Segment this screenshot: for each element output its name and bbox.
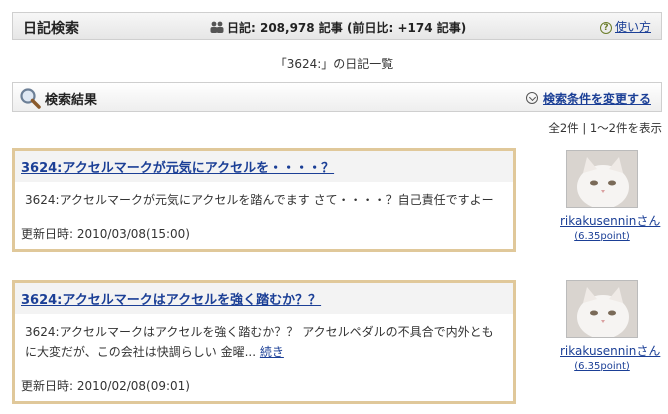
list-heading: 「3624:」の日記一覧 — [274, 57, 394, 71]
change-search-link[interactable]: 検索条件を変更する — [525, 90, 651, 107]
change-search-label[interactable]: 検索条件を変更する — [543, 92, 651, 106]
diary-stats: 日記: 208,978 記事 (前日比: +174 記事) — [209, 19, 466, 36]
results-title: 検索結果 — [45, 93, 98, 108]
page-title: 日記検索 — [23, 21, 79, 37]
entry-title-link[interactable]: 3624:アクセルマークはアクセルを強く踏むか？？ — [21, 293, 321, 308]
diary-entry: 3624:アクセルマークが元気にアクセルを・・・・？ 3624:アクセルマークが… — [12, 148, 516, 252]
user-name-link[interactable]: rikakusenninさん — [560, 342, 660, 359]
entry-excerpt-text: 3624:アクセルマークが元気にアクセルを踏んでます さて・・・・？自己責任です… — [25, 193, 494, 207]
entry-excerpt: 3624:アクセルマークが元気にアクセルを踏んでます さて・・・・？自己責任です… — [15, 182, 513, 218]
avatar[interactable] — [566, 150, 638, 208]
cat-avatar-image — [567, 151, 637, 207]
entry-user: rikakusenninさん (6.35point) — [560, 150, 660, 242]
magnifier-icon — [20, 88, 41, 109]
chevron-down-icon — [525, 92, 538, 104]
user-points-link[interactable]: (6.35point) — [560, 361, 644, 372]
entry-updated: 更新日時: 2010/03/08(15:00) — [21, 227, 190, 241]
entry-excerpt: 3624:アクセルマークはアクセルを強く踏むか？？ アクセルペダルの不具合で内外… — [15, 314, 513, 370]
user-points-link[interactable]: (6.35point) — [560, 231, 644, 242]
help-icon: ? — [599, 22, 612, 34]
help-label[interactable]: 使い方 — [615, 20, 651, 34]
result-count: 全2件 | 1～2件を表示 — [548, 121, 662, 135]
diary-stats-text: 日記: 208,978 記事 (前日比: +174 記事) — [227, 21, 467, 35]
entry-updated: 更新日時: 2010/02/08(09:01) — [21, 379, 190, 393]
people-icon — [210, 21, 224, 33]
entry-user: rikakusenninさん (6.35point) — [560, 280, 660, 372]
results-bar: 検索結果 検索条件を変更する — [12, 82, 662, 112]
read-more-link[interactable]: 続き — [260, 345, 284, 359]
entry-title-link[interactable]: 3624:アクセルマークが元気にアクセルを・・・・？ — [21, 161, 334, 176]
diary-entry: 3624:アクセルマークはアクセルを強く踏むか？？ 3624:アクセルマークはア… — [12, 280, 516, 404]
cat-avatar-image — [567, 281, 637, 337]
header-bar: 日記検索 日記: 208,978 記事 (前日比: +174 記事) ? 使い方 — [12, 12, 662, 40]
user-name-link[interactable]: rikakusenninさん — [560, 212, 660, 229]
help-link[interactable]: ? 使い方 — [599, 18, 651, 35]
entry-title-bar: 3624:アクセルマークはアクセルを強く踏むか？？ — [15, 283, 513, 314]
entry-title-bar: 3624:アクセルマークが元気にアクセルを・・・・？ — [15, 151, 513, 182]
avatar[interactable] — [566, 280, 638, 338]
